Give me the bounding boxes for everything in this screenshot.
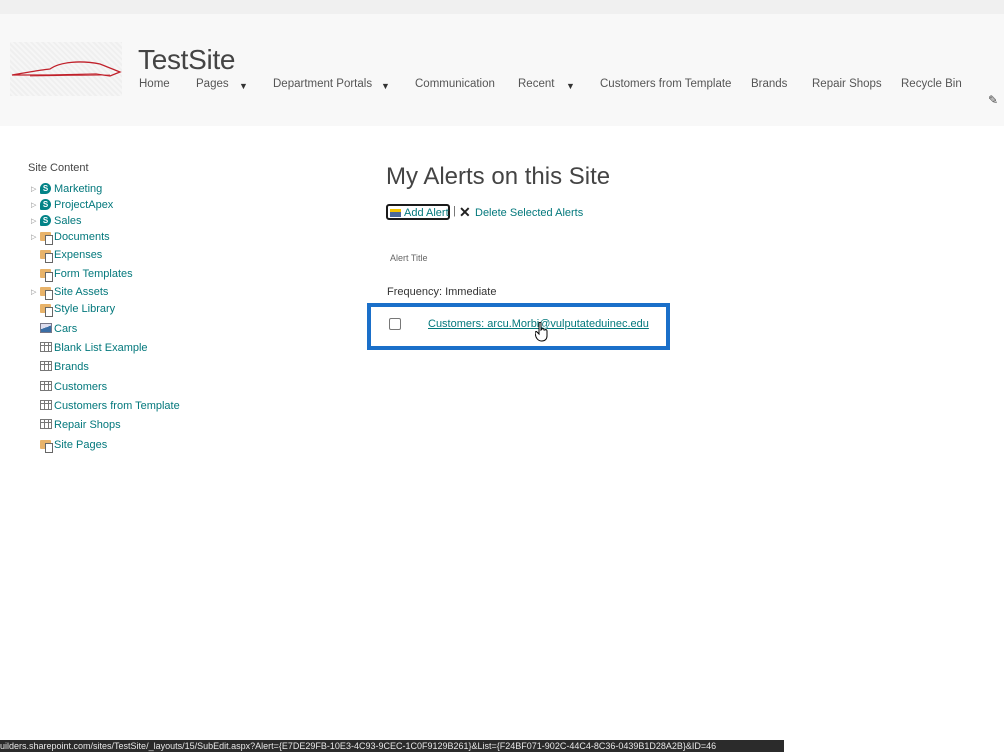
add-alert-label: Add Alert (404, 207, 449, 219)
expand-icon[interactable]: ▷ (31, 233, 36, 241)
expand-icon[interactable]: ▷ (31, 201, 36, 209)
alert-checkbox[interactable] (389, 318, 401, 330)
document-library-icon (40, 302, 54, 317)
nav-customers-from-template[interactable]: Customers from Template (600, 78, 731, 90)
ql-label: Sales (54, 215, 82, 227)
pencil-icon[interactable]: ✎ (988, 93, 998, 107)
ql-label: Documents (54, 231, 110, 243)
nav-recent[interactable]: Recent (518, 78, 554, 90)
ql-label: Customers from Template (54, 400, 180, 412)
list-icon (40, 381, 52, 391)
sharepoint-site-icon: S (40, 183, 51, 194)
nav-department-portals[interactable]: Department Portals (273, 78, 372, 90)
browser-top-strip (0, 0, 1004, 14)
ql-label: Expenses (54, 249, 103, 261)
picture-library-icon (40, 323, 52, 333)
ql-label: Site Assets (54, 286, 109, 298)
sharepoint-site-icon: S (40, 215, 51, 226)
ql-label: Customers (54, 381, 108, 393)
nav-pages[interactable]: Pages (196, 78, 229, 90)
add-alert-button[interactable]: Add Alert (386, 204, 450, 220)
delete-x-icon[interactable]: ✕ (459, 204, 471, 221)
ql-label: ProjectApex (54, 199, 114, 211)
ql-label: Style Library (54, 303, 116, 315)
frequency-group-label: Frequency: Immediate (387, 286, 497, 298)
car-logo-icon (11, 61, 122, 77)
chevron-down-icon[interactable]: ▼ (381, 81, 390, 91)
document-library-icon (40, 438, 54, 453)
ql-label: Cars (54, 323, 78, 335)
expand-icon[interactable]: ▷ (31, 217, 36, 225)
ql-label: Blank List Example (54, 342, 148, 354)
ql-label: Site Pages (54, 439, 108, 451)
add-alert-icon (390, 209, 401, 217)
browser-status-bar: uilders.sharepoint.com/sites/TestSite/_l… (0, 740, 784, 752)
quick-launch-heading: Site Content (28, 162, 89, 174)
chevron-down-icon[interactable]: ▼ (239, 81, 248, 91)
delete-selected-alerts-button[interactable]: Delete Selected Alerts (475, 207, 583, 219)
sharepoint-site-icon: S (40, 199, 51, 210)
nav-home[interactable]: Home (139, 78, 170, 90)
site-title[interactable]: TestSite (138, 44, 236, 76)
document-library-icon (40, 248, 54, 263)
list-icon (40, 400, 52, 410)
list-icon (40, 419, 52, 429)
list-icon (40, 361, 52, 371)
chevron-down-icon[interactable]: ▼ (566, 81, 575, 91)
page-title: My Alerts on this Site (386, 163, 611, 190)
ql-label: Marketing (54, 183, 103, 195)
document-library-icon (40, 285, 54, 300)
hand-cursor-icon (535, 322, 548, 342)
expand-icon[interactable]: ▷ (31, 288, 36, 296)
ql-label: Repair Shops (54, 419, 121, 431)
list-icon (40, 342, 52, 352)
site-logo[interactable] (10, 42, 122, 96)
nav-communication[interactable]: Communication (415, 78, 495, 90)
column-header-alert-title[interactable]: Alert Title (390, 253, 428, 263)
document-library-icon (40, 267, 54, 282)
expand-icon[interactable]: ▷ (31, 185, 36, 193)
nav-recycle-bin[interactable]: Recycle Bin (901, 78, 962, 90)
toolbar-separator: | (453, 205, 456, 217)
document-library-icon (40, 230, 54, 245)
ql-label: Brands (54, 361, 89, 373)
nav-repair-shops[interactable]: Repair Shops (812, 78, 882, 90)
nav-brands[interactable]: Brands (751, 78, 787, 90)
ql-label: Form Templates (54, 268, 133, 280)
